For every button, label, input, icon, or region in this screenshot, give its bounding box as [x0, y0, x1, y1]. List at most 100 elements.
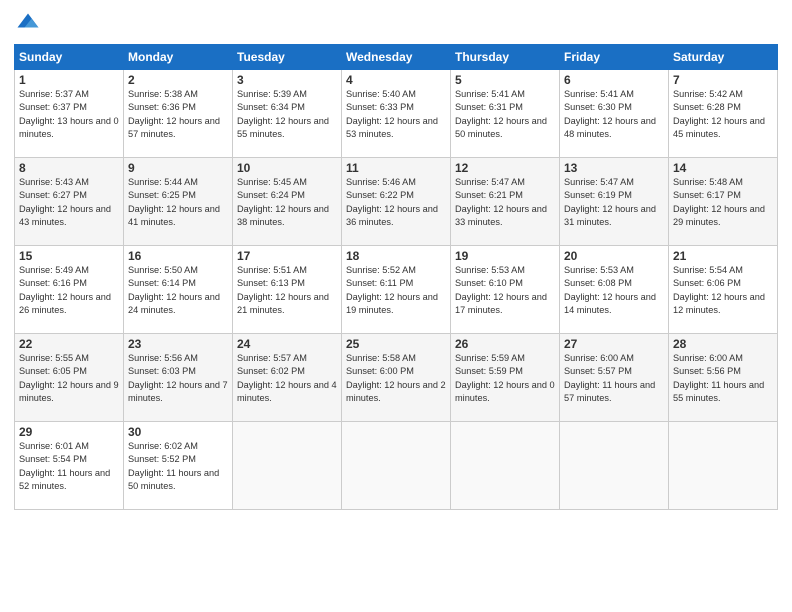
header-day-monday: Monday: [124, 45, 233, 70]
day-info: Sunrise: 6:02 AMSunset: 5:52 PMDaylight:…: [128, 440, 228, 493]
calendar-cell: 4Sunrise: 5:40 AMSunset: 6:33 PMDaylight…: [342, 70, 451, 158]
day-number: 16: [128, 249, 228, 263]
calendar-cell: 30Sunrise: 6:02 AMSunset: 5:52 PMDayligh…: [124, 422, 233, 510]
day-number: 8: [19, 161, 119, 175]
day-info: Sunrise: 5:49 AMSunset: 6:16 PMDaylight:…: [19, 264, 119, 317]
calendar-cell: [669, 422, 778, 510]
day-number: 15: [19, 249, 119, 263]
day-number: 23: [128, 337, 228, 351]
calendar-cell: 21Sunrise: 5:54 AMSunset: 6:06 PMDayligh…: [669, 246, 778, 334]
day-number: 9: [128, 161, 228, 175]
day-number: 26: [455, 337, 555, 351]
calendar-cell: 12Sunrise: 5:47 AMSunset: 6:21 PMDayligh…: [451, 158, 560, 246]
day-number: 24: [237, 337, 337, 351]
day-number: 13: [564, 161, 664, 175]
calendar-cell: 14Sunrise: 5:48 AMSunset: 6:17 PMDayligh…: [669, 158, 778, 246]
calendar-cell: 2Sunrise: 5:38 AMSunset: 6:36 PMDaylight…: [124, 70, 233, 158]
header-day-wednesday: Wednesday: [342, 45, 451, 70]
week-row-1: 1Sunrise: 5:37 AMSunset: 6:37 PMDaylight…: [15, 70, 778, 158]
calendar-cell: 3Sunrise: 5:39 AMSunset: 6:34 PMDaylight…: [233, 70, 342, 158]
calendar-cell: 23Sunrise: 5:56 AMSunset: 6:03 PMDayligh…: [124, 334, 233, 422]
calendar-cell: 13Sunrise: 5:47 AMSunset: 6:19 PMDayligh…: [560, 158, 669, 246]
day-number: 27: [564, 337, 664, 351]
day-info: Sunrise: 5:53 AMSunset: 6:10 PMDaylight:…: [455, 264, 555, 317]
calendar-cell: 25Sunrise: 5:58 AMSunset: 6:00 PMDayligh…: [342, 334, 451, 422]
day-number: 2: [128, 73, 228, 87]
day-number: 12: [455, 161, 555, 175]
calendar-cell: 6Sunrise: 5:41 AMSunset: 6:30 PMDaylight…: [560, 70, 669, 158]
day-number: 10: [237, 161, 337, 175]
header-day-sunday: Sunday: [15, 45, 124, 70]
calendar-header: SundayMondayTuesdayWednesdayThursdayFrid…: [15, 45, 778, 70]
day-info: Sunrise: 5:53 AMSunset: 6:08 PMDaylight:…: [564, 264, 664, 317]
day-info: Sunrise: 5:39 AMSunset: 6:34 PMDaylight:…: [237, 88, 337, 141]
calendar-cell: [233, 422, 342, 510]
day-info: Sunrise: 5:41 AMSunset: 6:31 PMDaylight:…: [455, 88, 555, 141]
day-info: Sunrise: 5:43 AMSunset: 6:27 PMDaylight:…: [19, 176, 119, 229]
day-info: Sunrise: 5:59 AMSunset: 5:59 PMDaylight:…: [455, 352, 555, 405]
day-number: 11: [346, 161, 446, 175]
header: [14, 10, 778, 38]
day-info: Sunrise: 5:46 AMSunset: 6:22 PMDaylight:…: [346, 176, 446, 229]
day-info: Sunrise: 5:40 AMSunset: 6:33 PMDaylight:…: [346, 88, 446, 141]
calendar-cell: 19Sunrise: 5:53 AMSunset: 6:10 PMDayligh…: [451, 246, 560, 334]
calendar-cell: 18Sunrise: 5:52 AMSunset: 6:11 PMDayligh…: [342, 246, 451, 334]
week-row-3: 15Sunrise: 5:49 AMSunset: 6:16 PMDayligh…: [15, 246, 778, 334]
calendar-table: SundayMondayTuesdayWednesdayThursdayFrid…: [14, 44, 778, 510]
day-number: 18: [346, 249, 446, 263]
header-day-friday: Friday: [560, 45, 669, 70]
calendar-cell: 28Sunrise: 6:00 AMSunset: 5:56 PMDayligh…: [669, 334, 778, 422]
calendar-cell: 9Sunrise: 5:44 AMSunset: 6:25 PMDaylight…: [124, 158, 233, 246]
logo: [14, 10, 46, 38]
day-number: 4: [346, 73, 446, 87]
calendar-cell: 27Sunrise: 6:00 AMSunset: 5:57 PMDayligh…: [560, 334, 669, 422]
day-info: Sunrise: 5:56 AMSunset: 6:03 PMDaylight:…: [128, 352, 228, 405]
day-number: 5: [455, 73, 555, 87]
day-info: Sunrise: 5:38 AMSunset: 6:36 PMDaylight:…: [128, 88, 228, 141]
day-info: Sunrise: 6:00 AMSunset: 5:56 PMDaylight:…: [673, 352, 773, 405]
day-number: 1: [19, 73, 119, 87]
day-number: 17: [237, 249, 337, 263]
day-info: Sunrise: 6:00 AMSunset: 5:57 PMDaylight:…: [564, 352, 664, 405]
calendar-cell: [342, 422, 451, 510]
calendar-cell: 29Sunrise: 6:01 AMSunset: 5:54 PMDayligh…: [15, 422, 124, 510]
calendar-cell: [451, 422, 560, 510]
day-info: Sunrise: 5:37 AMSunset: 6:37 PMDaylight:…: [19, 88, 119, 141]
day-info: Sunrise: 5:42 AMSunset: 6:28 PMDaylight:…: [673, 88, 773, 141]
calendar-cell: 16Sunrise: 5:50 AMSunset: 6:14 PMDayligh…: [124, 246, 233, 334]
calendar-cell: 1Sunrise: 5:37 AMSunset: 6:37 PMDaylight…: [15, 70, 124, 158]
calendar-cell: [560, 422, 669, 510]
day-info: Sunrise: 5:51 AMSunset: 6:13 PMDaylight:…: [237, 264, 337, 317]
week-row-4: 22Sunrise: 5:55 AMSunset: 6:05 PMDayligh…: [15, 334, 778, 422]
day-info: Sunrise: 5:57 AMSunset: 6:02 PMDaylight:…: [237, 352, 337, 405]
day-info: Sunrise: 5:47 AMSunset: 6:21 PMDaylight:…: [455, 176, 555, 229]
day-number: 14: [673, 161, 773, 175]
day-info: Sunrise: 5:47 AMSunset: 6:19 PMDaylight:…: [564, 176, 664, 229]
calendar-cell: 5Sunrise: 5:41 AMSunset: 6:31 PMDaylight…: [451, 70, 560, 158]
day-number: 29: [19, 425, 119, 439]
day-number: 7: [673, 73, 773, 87]
day-number: 19: [455, 249, 555, 263]
day-info: Sunrise: 5:55 AMSunset: 6:05 PMDaylight:…: [19, 352, 119, 405]
day-info: Sunrise: 6:01 AMSunset: 5:54 PMDaylight:…: [19, 440, 119, 493]
day-info: Sunrise: 5:44 AMSunset: 6:25 PMDaylight:…: [128, 176, 228, 229]
calendar-cell: 17Sunrise: 5:51 AMSunset: 6:13 PMDayligh…: [233, 246, 342, 334]
page: SundayMondayTuesdayWednesdayThursdayFrid…: [0, 0, 792, 612]
header-day-thursday: Thursday: [451, 45, 560, 70]
day-number: 28: [673, 337, 773, 351]
day-info: Sunrise: 5:41 AMSunset: 6:30 PMDaylight:…: [564, 88, 664, 141]
week-row-2: 8Sunrise: 5:43 AMSunset: 6:27 PMDaylight…: [15, 158, 778, 246]
calendar-cell: 10Sunrise: 5:45 AMSunset: 6:24 PMDayligh…: [233, 158, 342, 246]
day-info: Sunrise: 5:50 AMSunset: 6:14 PMDaylight:…: [128, 264, 228, 317]
calendar-cell: 8Sunrise: 5:43 AMSunset: 6:27 PMDaylight…: [15, 158, 124, 246]
week-row-5: 29Sunrise: 6:01 AMSunset: 5:54 PMDayligh…: [15, 422, 778, 510]
day-number: 25: [346, 337, 446, 351]
calendar-cell: 7Sunrise: 5:42 AMSunset: 6:28 PMDaylight…: [669, 70, 778, 158]
day-number: 30: [128, 425, 228, 439]
logo-icon: [14, 10, 42, 38]
header-day-tuesday: Tuesday: [233, 45, 342, 70]
day-info: Sunrise: 5:54 AMSunset: 6:06 PMDaylight:…: [673, 264, 773, 317]
day-info: Sunrise: 5:52 AMSunset: 6:11 PMDaylight:…: [346, 264, 446, 317]
calendar-cell: 20Sunrise: 5:53 AMSunset: 6:08 PMDayligh…: [560, 246, 669, 334]
calendar-cell: 24Sunrise: 5:57 AMSunset: 6:02 PMDayligh…: [233, 334, 342, 422]
